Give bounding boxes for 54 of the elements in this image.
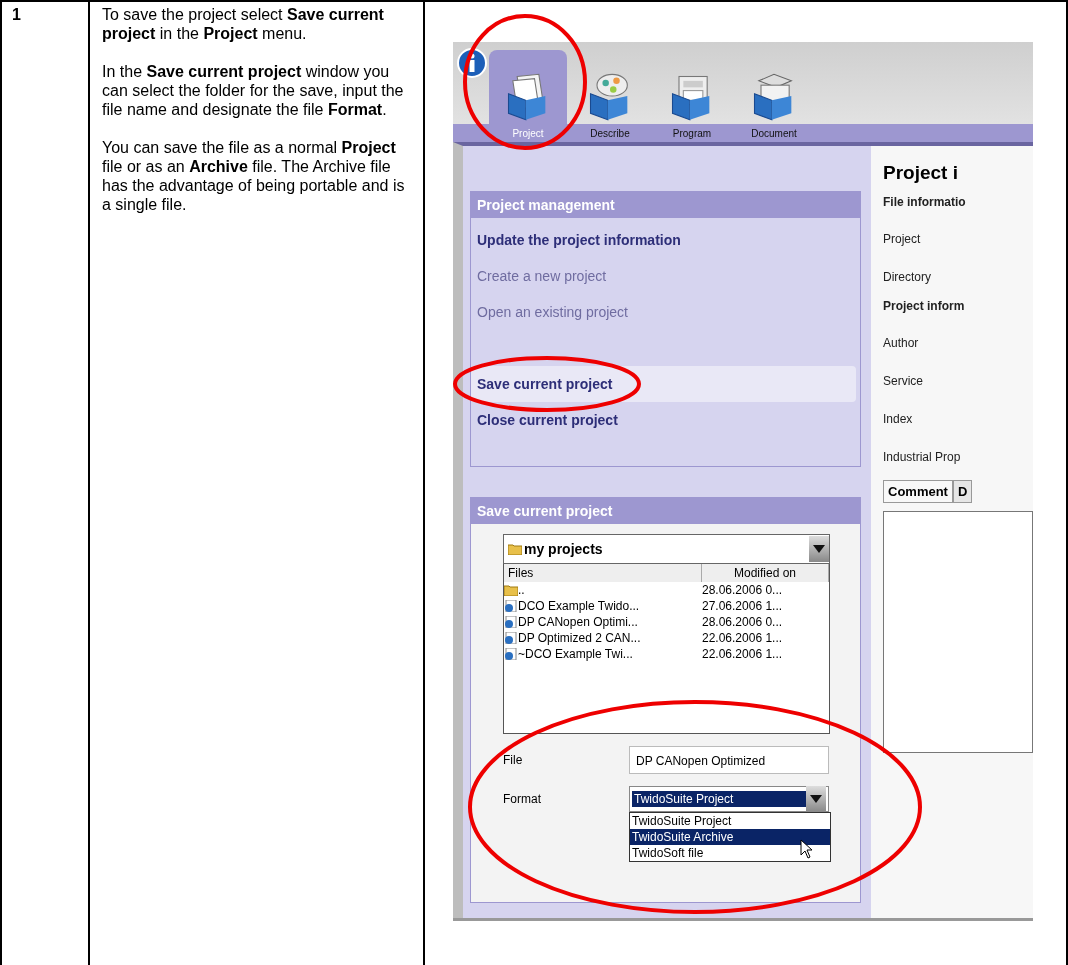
instruction-paragraph: In the Save current project window you can select the folder for the save, input the file name and designate the file Format. bbox=[102, 62, 405, 119]
instruction-paragraph: You can save the file as a normal Project file or as an Archive file. The Archive file has the advantage of being portable and is a single file. bbox=[102, 138, 406, 214]
file-row[interactable]: .. 28.06.2006 0... bbox=[504, 582, 829, 598]
panel-title: Save current project bbox=[471, 498, 860, 524]
file-name-field[interactable]: DP CANopen Optimized bbox=[629, 746, 829, 774]
modified-date: 28.06.2006 0... bbox=[702, 614, 784, 630]
folder-icon bbox=[504, 584, 518, 596]
instruction-paragraph: To save the project select Save current project in the Project menu. bbox=[102, 5, 385, 43]
column-header[interactable]: Modified on bbox=[702, 564, 829, 582]
modified-date: 28.06.2006 0... bbox=[702, 582, 784, 598]
column-header[interactable]: Files bbox=[504, 564, 702, 582]
nav-tab[interactable]: Document bbox=[735, 50, 813, 142]
field-label: Index bbox=[883, 411, 914, 428]
field-label: Format bbox=[503, 792, 542, 806]
file-name: DP Optimized 2 CAN... bbox=[518, 630, 641, 646]
modified-date: 27.06.2006 1... bbox=[702, 598, 784, 614]
section-heading: Project inform bbox=[883, 298, 966, 315]
mouse-pointer-icon bbox=[800, 839, 814, 859]
field-label: Industrial Prop bbox=[883, 449, 962, 466]
file-name: .. bbox=[518, 582, 525, 598]
file-name: DCO Example Twido... bbox=[518, 598, 640, 614]
format-dropdown[interactable]: TwidoSuite Project bbox=[629, 786, 829, 812]
comment-tab[interactable]: Comment bbox=[883, 480, 953, 503]
field-label: Directory bbox=[883, 269, 932, 286]
file-row[interactable]: DCO Example Twido... 27.06.2006 1... bbox=[504, 598, 829, 614]
info-title: Project i bbox=[883, 162, 959, 184]
menu-item[interactable]: Update the project information bbox=[471, 222, 856, 258]
nav-tab[interactable]: Describe bbox=[571, 50, 649, 142]
file-name: DP CANopen Optimi... bbox=[518, 614, 638, 630]
menu-item[interactable]: Close current project bbox=[471, 402, 856, 438]
field-label: Service bbox=[883, 373, 924, 390]
file-name: ~DCO Example Twi... bbox=[518, 646, 633, 662]
dropdown-option[interactable]: TwidoSoft file bbox=[630, 845, 830, 861]
folder-icon bbox=[508, 543, 522, 555]
modified-date: 22.06.2006 1... bbox=[702, 630, 784, 646]
menu-item[interactable]: Save current project bbox=[471, 366, 856, 402]
info-icon[interactable] bbox=[457, 48, 487, 78]
nav-tab[interactable]: Program bbox=[653, 50, 731, 142]
file-row[interactable]: ~DCO Example Twi... 22.06.2006 1... bbox=[504, 646, 829, 662]
field-label: Project bbox=[883, 231, 922, 248]
dropdown-option[interactable]: TwidoSuite Archive bbox=[630, 829, 830, 845]
section-heading: File informatio bbox=[883, 194, 967, 211]
comment-field[interactable] bbox=[883, 511, 1033, 753]
file-row[interactable]: DP Optimized 2 CAN... 22.06.2006 1... bbox=[504, 630, 829, 646]
file-row[interactable]: DP CANopen Optimi... 28.06.2006 0... bbox=[504, 614, 829, 630]
field-label: File bbox=[503, 753, 524, 767]
folder-dropdown[interactable]: my projects bbox=[503, 534, 830, 564]
caret-icon bbox=[810, 795, 822, 803]
step-number: 1 bbox=[11, 5, 22, 25]
caret-icon bbox=[813, 545, 825, 553]
field-label: Author bbox=[883, 335, 920, 352]
modified-date: 22.06.2006 1... bbox=[702, 646, 784, 662]
panel-title: Project management bbox=[471, 192, 860, 218]
dropdown-option[interactable]: TwidoSuite Project bbox=[630, 813, 830, 829]
